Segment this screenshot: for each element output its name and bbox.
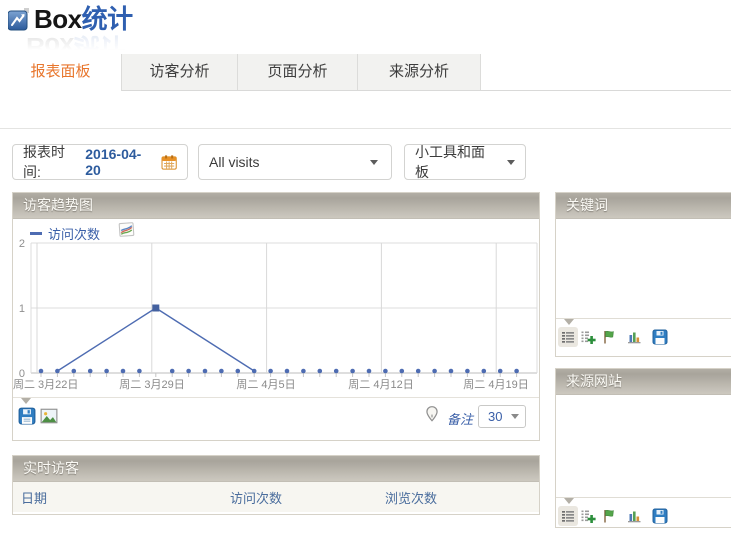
widgets-menu-label: 小工具和面板 <box>415 142 498 182</box>
selected-view-indicator <box>564 498 574 504</box>
caret-down-icon <box>370 160 378 165</box>
caret-down-icon <box>507 160 515 165</box>
export-data-icon[interactable] <box>18 407 36 425</box>
visitor-trend-chart: 访问次数 012 周二 3月22日 周二 3月29日 周二 4月5日 周二 4月… <box>13 219 539 397</box>
export-save-icon[interactable] <box>650 506 670 526</box>
tab-page-analysis[interactable]: 页面分析 <box>238 54 358 90</box>
tab-report-dashboard[interactable]: 报表面板 <box>0 54 122 91</box>
date-selector-button[interactable]: 报表时间: 2016-04-20 <box>12 144 188 180</box>
tab-referrer-analysis[interactable]: 来源分析 <box>358 54 481 90</box>
box-stats-logo-icon <box>8 8 30 32</box>
keywords-footer <box>556 318 731 356</box>
x-tick-label: 周二 4月12日 <box>336 376 426 392</box>
x-tick-label: 周二 3月29日 <box>107 376 197 392</box>
row-limit-value: 30 <box>488 409 502 424</box>
app-logo[interactable]: Box统计 <box>8 6 133 32</box>
export-image-icon[interactable] <box>40 407 58 425</box>
column-header-date[interactable]: 日期 <box>21 488 47 507</box>
bar-chart-icon[interactable] <box>624 327 644 347</box>
x-tick-label: 周二 4月5日 <box>221 376 311 392</box>
main-nav-tabs: 报表面板 访客分析 页面分析 来源分析 <box>0 54 731 91</box>
calendar-icon <box>161 154 177 171</box>
segment-selector-button[interactable]: All visits <box>198 144 392 180</box>
table-view-icon[interactable] <box>558 327 578 347</box>
export-save-icon[interactable] <box>650 327 670 347</box>
dashboard-page: { "app": { "logo_black": "Box", "logo_bl… <box>0 0 731 508</box>
row-limit-select[interactable]: 30 <box>478 405 526 428</box>
segment-value: All visits <box>209 154 260 170</box>
realtime-visitors-widget-header[interactable]: 实时访客 <box>13 456 539 482</box>
svg-text:1: 1 <box>19 303 25 315</box>
x-tick-label: 周二 3月22日 <box>13 376 103 392</box>
annotations-link[interactable]: 备注 <box>447 409 473 428</box>
keywords-widget: 关键词 <box>555 192 731 357</box>
bar-chart-icon[interactable] <box>624 506 644 526</box>
referrer-websites-widget-header[interactable]: 来源网站 <box>556 369 731 395</box>
all-columns-icon[interactable] <box>578 327 598 347</box>
app-title: Box统计 <box>34 6 133 32</box>
x-axis-labels: 周二 3月22日 周二 3月29日 周二 4月5日 周二 4月12日 周二 4月… <box>13 376 541 394</box>
annotation-pin-icon[interactable] <box>423 405 441 423</box>
all-columns-icon[interactable] <box>578 506 598 526</box>
chart-legend: 访问次数 <box>30 224 100 243</box>
column-header-visits[interactable]: 访问次数 <box>230 488 282 507</box>
table-view-icon[interactable] <box>558 506 578 526</box>
keywords-widget-header[interactable]: 关键词 <box>556 193 731 219</box>
goals-flag-icon[interactable] <box>599 327 619 347</box>
legend-series-dash <box>30 232 42 235</box>
legend-series-label: 访问次数 <box>48 224 100 243</box>
svg-text:2: 2 <box>19 238 25 250</box>
trend-chart-canvas[interactable]: 012 <box>13 219 541 379</box>
widgets-and-dashboard-button[interactable]: 小工具和面板 <box>404 144 526 180</box>
selected-view-indicator <box>564 319 574 325</box>
referrers-footer <box>556 497 731 535</box>
chart-footer: 备注 30 <box>13 397 539 441</box>
keywords-widget-body <box>556 219 731 318</box>
column-header-pageviews[interactable]: 浏览次数 <box>385 488 437 507</box>
goals-flag-icon[interactable] <box>599 506 619 526</box>
visitor-trend-widget-header[interactable]: 访客趋势图 <box>13 193 539 219</box>
date-value: 2016-04-20 <box>85 146 153 178</box>
header-divider <box>0 128 731 129</box>
x-tick-label: 周二 4月19日 <box>451 376 541 392</box>
series-picker-icon[interactable] <box>118 221 135 238</box>
date-label: 报表时间: <box>23 142 80 182</box>
selected-view-indicator <box>21 398 31 404</box>
referrer-websites-widget: 来源网站 <box>555 368 731 528</box>
realtime-visitors-widget: 实时访客 日期 访问次数 浏览次数 <box>12 455 540 515</box>
caret-down-icon <box>511 414 519 419</box>
visitor-trend-widget: 访客趋势图 访问次数 012 周二 3月22日 周二 3月29日 周二 4月5日… <box>12 192 540 441</box>
tab-visitor-analysis[interactable]: 访客分析 <box>122 54 238 90</box>
referrer-websites-widget-body <box>556 395 731 497</box>
